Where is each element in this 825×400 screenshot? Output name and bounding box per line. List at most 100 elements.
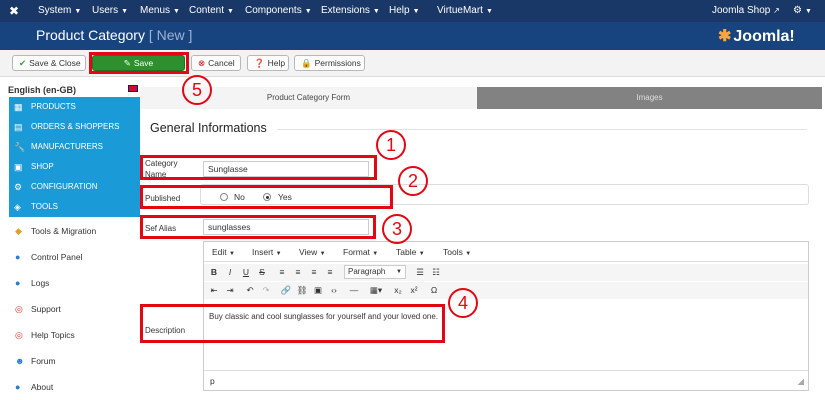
- help-label: Help: [267, 58, 286, 68]
- permissions-button[interactable]: 🔒 Permissions: [294, 55, 365, 71]
- outdent-icon[interactable]: ⇤: [208, 284, 220, 296]
- align-left-icon[interactable]: ≡: [276, 266, 288, 278]
- tab-images[interactable]: Images: [477, 87, 822, 109]
- sidebar-item-help-topics[interactable]: ◎ Help Topics: [9, 322, 140, 348]
- editor-menu-view[interactable]: View ▼: [299, 247, 326, 257]
- menu-system[interactable]: System ▼: [38, 5, 81, 16]
- sidebar-item-label: CONFIGURATION: [31, 182, 98, 191]
- sidebar-item-logs[interactable]: ● Logs: [9, 270, 140, 296]
- align-right-icon[interactable]: ≡: [308, 266, 320, 278]
- save-and-close-button[interactable]: ✔ Save & Close: [12, 55, 86, 71]
- sidebar-item-products[interactable]: ▦ PRODUCTS: [9, 97, 140, 117]
- paragraph-format-select[interactable]: Paragraph ▼: [344, 265, 406, 279]
- menu-users[interactable]: Users ▼: [92, 5, 128, 16]
- indent-icon[interactable]: ⇥: [224, 284, 236, 296]
- redo-icon[interactable]: ↷: [260, 284, 272, 296]
- editor-menu-format[interactable]: Format ▼: [343, 247, 378, 257]
- editor-menu-tools[interactable]: Tools ▼: [443, 247, 471, 257]
- orders-icon: ▤: [14, 122, 23, 132]
- caret-down-icon: ▼: [372, 251, 379, 257]
- bold-icon[interactable]: B: [208, 266, 220, 278]
- highlight-category-name: [140, 155, 377, 180]
- undo-icon[interactable]: ↶: [244, 284, 256, 296]
- sidebar-item-shop[interactable]: ▣ SHOP: [9, 157, 140, 177]
- settings-menu[interactable]: ⚙ ▼: [793, 5, 812, 16]
- highlight-save-button: [89, 52, 189, 74]
- cancel-label: Cancel: [208, 58, 235, 68]
- menu-extensions[interactable]: Extensions ▼: [321, 5, 380, 16]
- page-title-state: [ New ]: [148, 27, 193, 43]
- editor-menu-insert[interactable]: Insert ▼: [252, 247, 282, 257]
- sidebar-item-tools-migration[interactable]: ◆ Tools & Migration: [9, 218, 140, 244]
- page-title: Product Category [ New ]: [36, 27, 192, 43]
- caret-down-icon: ▼: [485, 8, 493, 15]
- strikethrough-icon[interactable]: S: [256, 266, 268, 278]
- special-character-icon[interactable]: Ω: [428, 284, 440, 296]
- sidebar-item-support[interactable]: ◎ Support: [9, 296, 140, 322]
- link-icon[interactable]: 🔗: [280, 284, 292, 296]
- caret-down-icon: ▼: [275, 251, 282, 257]
- lifebuoy-icon: ◎: [15, 330, 23, 340]
- align-center-icon[interactable]: ≡: [292, 266, 304, 278]
- subscript-icon[interactable]: x₂: [392, 284, 404, 296]
- sidebar-item-orders-shoppers[interactable]: ▤ ORDERS & SHOPPERS: [9, 117, 140, 137]
- gear-icon: ⚙: [793, 5, 802, 16]
- cancel-button[interactable]: ⊗ Cancel: [191, 55, 241, 71]
- resize-handle-icon[interactable]: ◢: [797, 371, 804, 391]
- underline-icon[interactable]: U: [240, 266, 252, 278]
- horizontal-rule-icon[interactable]: —: [348, 284, 360, 296]
- joomla-logo-icon[interactable]: ✖: [9, 4, 19, 18]
- menu-system-label: System: [38, 5, 72, 16]
- editor-menu-table[interactable]: Table ▼: [396, 247, 425, 257]
- editor-menu-label: Format: [343, 247, 370, 257]
- italic-icon[interactable]: I: [224, 266, 236, 278]
- menu-content-label: Content: [189, 5, 225, 16]
- menu-components[interactable]: Components ▼: [245, 5, 312, 16]
- caret-down-icon: ▼: [372, 8, 380, 15]
- lifebuoy-icon: ◎: [15, 304, 23, 314]
- box-icon: ◆: [15, 226, 22, 236]
- joomla-brand-text: Joomla!: [733, 28, 795, 45]
- caret-down-icon: ▼: [173, 8, 180, 15]
- caret-down-icon: ▼: [396, 269, 402, 275]
- sidebar-item-configuration[interactable]: ⚙ CONFIGURATION: [9, 177, 140, 197]
- menu-content[interactable]: Content ▼: [189, 5, 234, 16]
- caret-down-icon: ▼: [227, 8, 234, 15]
- image-icon[interactable]: ▣: [312, 284, 324, 296]
- menu-menus[interactable]: Menus ▼: [140, 5, 180, 16]
- menu-virtuemart-label: VirtueMart: [437, 5, 483, 16]
- form-legend: General Informations: [150, 121, 267, 135]
- help-button[interactable]: ❓ Help: [247, 55, 289, 71]
- editor-menu-edit[interactable]: Edit ▼: [212, 247, 235, 257]
- align-justify-icon[interactable]: ≡: [324, 266, 336, 278]
- sidebar-item-about[interactable]: ● About: [9, 374, 140, 400]
- superscript-icon[interactable]: x²: [408, 284, 420, 296]
- annotation-marker-3: 3: [382, 214, 412, 244]
- menu-virtuemart[interactable]: VirtueMart ▼: [437, 5, 493, 16]
- caret-down-icon: ▼: [229, 251, 235, 257]
- code-icon[interactable]: ‹›: [328, 284, 340, 296]
- sidebar-item-forum[interactable]: ☻ Forum: [9, 348, 140, 374]
- numbered-list-icon[interactable]: ☷: [430, 266, 442, 278]
- sidebar-item-label: Tools & Migration: [31, 226, 97, 236]
- menu-users-label: Users: [92, 5, 119, 16]
- unlink-icon[interactable]: ⛓: [296, 284, 308, 296]
- sidebar-item-label: TOOLS: [31, 202, 58, 211]
- page-header: Product Category [ New ] ✱ Joomla!: [0, 22, 825, 50]
- caret-down-icon: ▼: [465, 251, 472, 257]
- menu-help-label: Help: [389, 5, 410, 16]
- sidebar-item-tools[interactable]: ◈ TOOLS: [9, 197, 140, 217]
- products-icon: ▦: [14, 102, 23, 112]
- site-link-label: Joomla Shop: [712, 5, 771, 16]
- menu-help[interactable]: Help ▼: [389, 5, 420, 16]
- tools-icon: ◈: [14, 202, 21, 212]
- site-link[interactable]: Joomla Shop ↗: [712, 5, 780, 16]
- bullet-list-icon[interactable]: ☰: [414, 266, 426, 278]
- annotation-marker-2: 2: [398, 166, 428, 196]
- language-label[interactable]: English (en-GB): [8, 85, 76, 95]
- sidebar-item-control-panel[interactable]: ● Control Panel: [9, 244, 140, 270]
- permissions-label: Permissions: [314, 58, 361, 68]
- table-icon[interactable]: ▦▾: [366, 284, 386, 296]
- sidebar-item-manufacturers[interactable]: 🔧 MANUFACTURERS: [9, 137, 140, 157]
- editor-toolbar-row-2: ⇤ ⇥ ↶ ↷ 🔗 ⛓ ▣ ‹› — ▦▾ x₂ x² Ω: [204, 282, 808, 299]
